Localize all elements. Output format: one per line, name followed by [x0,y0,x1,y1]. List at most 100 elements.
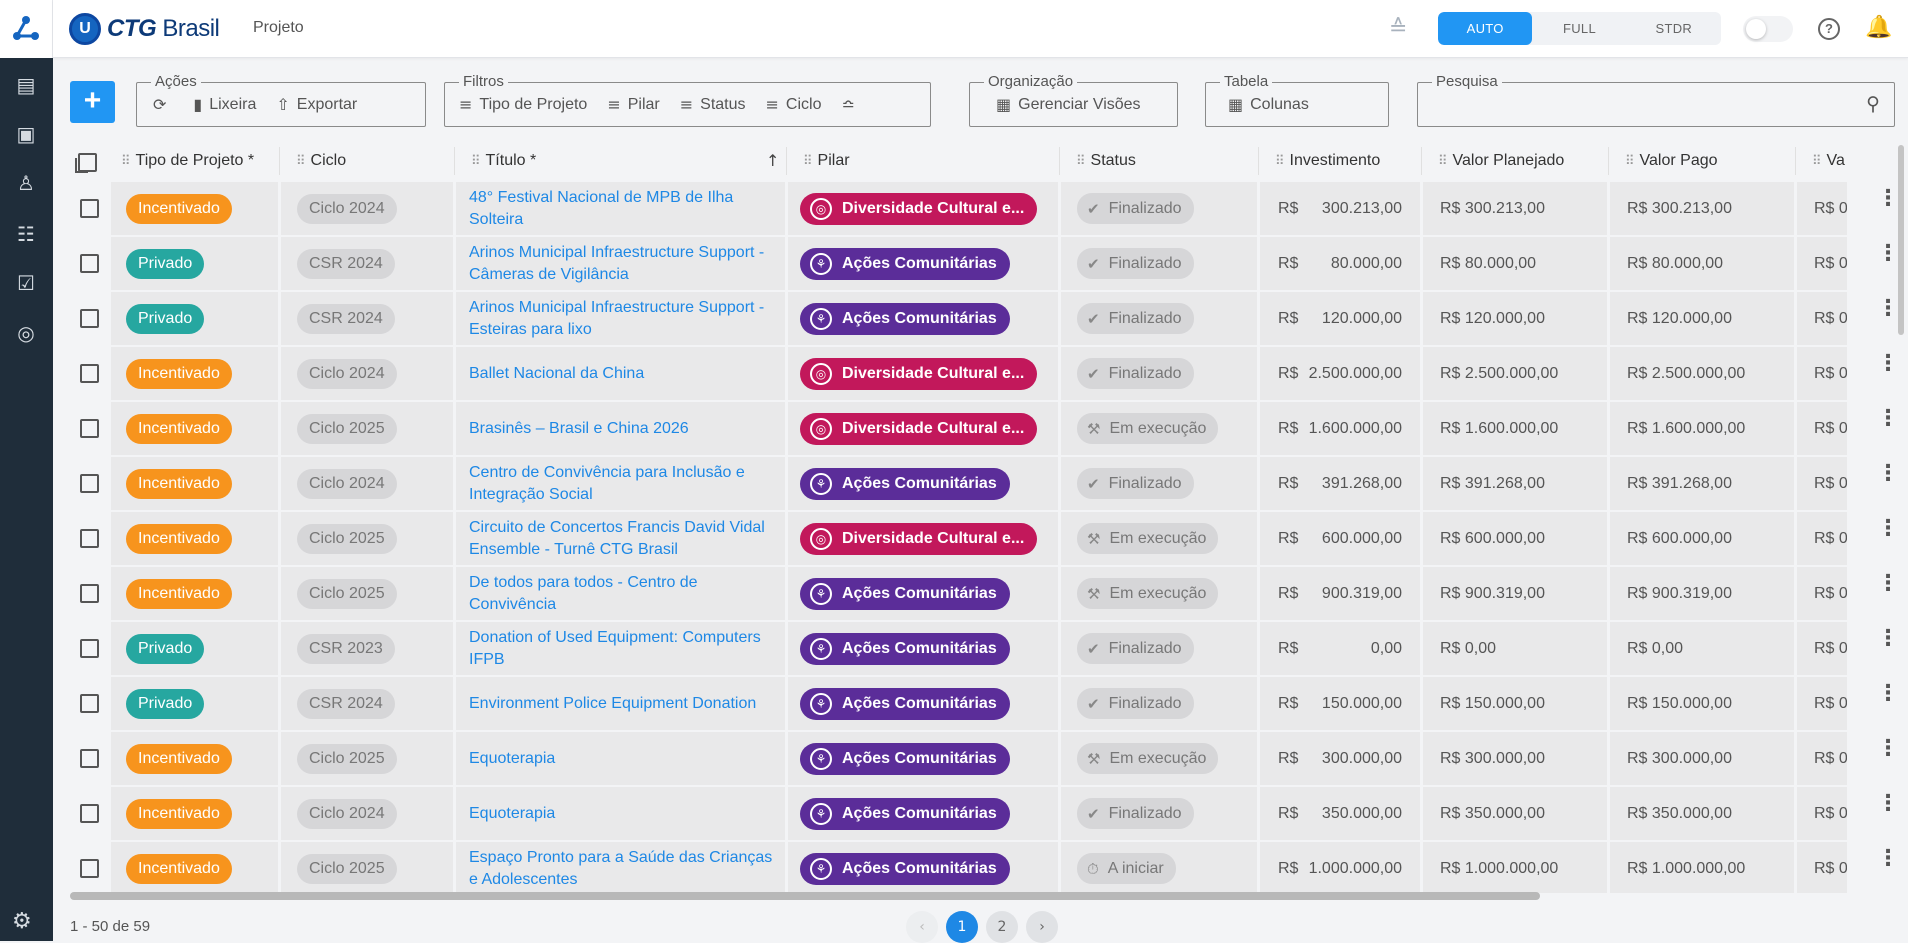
row-checkbox[interactable] [80,309,99,328]
search-icon[interactable]: ⚲ [1866,93,1880,115]
table-row[interactable]: Incentivado Ciclo 2025 Espaço Pronto para … [53,841,1908,893]
column-header-status[interactable]: ⠿ Status [1076,152,1136,170]
pillar-icon[interactable]: ☷ [11,219,41,249]
drag-handle-icon[interactable]: ⠿ [803,154,812,169]
mode-stdr-button[interactable]: STDR [1627,12,1721,45]
column-divider[interactable] [1258,147,1259,175]
column-header-pilar[interactable]: ⠿ Pilar [803,152,850,170]
table-row[interactable]: Incentivado Ciclo 2025 Equoterapia ⚘ Ações C… [53,731,1908,786]
theme-toggle[interactable] [1743,16,1793,42]
horizontal-scrollbar[interactable] [70,892,1540,900]
search-input[interactable] [1428,95,1848,112]
drag-handle-icon[interactable]: ⠿ [1812,154,1821,169]
drag-handle-icon[interactable]: ⠿ [1438,154,1447,169]
row-menu-icon[interactable]: ⋮ [1877,793,1899,815]
project-title-link[interactable]: Equoterapia [456,803,565,825]
trash-button[interactable]: ▮ Lixeira [193,95,256,114]
row-checkbox[interactable] [80,639,99,658]
row-checkbox[interactable] [80,364,99,383]
clear-filters-button[interactable]: ≏ [841,95,861,114]
column-divider[interactable] [1421,147,1422,175]
column-header-valor-planejado[interactable]: ⠿ Valor Planejado [1438,152,1564,170]
row-checkbox[interactable] [80,749,99,768]
row-menu-icon[interactable]: ⋮ [1877,573,1899,595]
table-row[interactable]: Privado CSR 2024 Arinos Municipal Infraest… [53,236,1908,291]
next-page-button[interactable]: › [1026,911,1058,943]
money-icon[interactable]: ▣ [11,119,41,149]
columns-button[interactable]: ▦ Colunas [1228,95,1309,114]
row-menu-icon[interactable]: ⋮ [1877,683,1899,705]
filter-status[interactable]: ≡ Status [680,95,746,114]
column-header-tipo[interactable]: ⠿ Tipo de Projeto * [121,152,254,170]
row-menu-icon[interactable]: ⋮ [1877,518,1899,540]
filter-project-type[interactable]: ≡ Tipo de Projeto [459,95,587,114]
export-button[interactable]: ⇧ Exportar [276,95,357,114]
project-title-link[interactable]: Donation of Used Equipment: Computers IF… [456,627,785,671]
mode-full-button[interactable]: FULL [1532,12,1626,45]
row-menu-icon[interactable]: ⋮ [1877,463,1899,485]
bell-icon[interactable]: 🔔 [1865,15,1892,40]
table-row[interactable]: Incentivado Ciclo 2024 48° Festival Nacion… [53,181,1908,236]
row-checkbox[interactable] [80,694,99,713]
row-menu-icon[interactable]: ⋮ [1877,188,1899,210]
refresh-button[interactable]: ⟳ [153,95,173,114]
column-divider[interactable] [279,147,280,175]
row-menu-icon[interactable]: ⋮ [1877,353,1899,375]
row-checkbox[interactable] [80,804,99,823]
row-menu-icon[interactable]: ⋮ [1877,408,1899,430]
row-menu-icon[interactable]: ⋮ [1877,243,1899,265]
table-row[interactable]: Privado CSR 2024 Environment Police Equipm… [53,676,1908,731]
table-row[interactable]: Privado CSR 2023 Donation of Used Equipmen… [53,621,1908,676]
row-checkbox[interactable] [80,419,99,438]
filter-pillar[interactable]: ≡ Pilar [607,95,659,114]
row-checkbox[interactable] [80,859,99,878]
row-checkbox[interactable] [80,199,99,218]
app-logo[interactable] [0,0,53,58]
person-icon[interactable]: ♙ [11,168,41,198]
filter-cycle[interactable]: ≡ Ciclo [766,95,822,114]
target-icon[interactable]: ◎ [11,318,41,348]
clipboard-icon[interactable]: ▤ [11,70,41,100]
help-icon[interactable]: ? [1818,18,1840,40]
row-menu-icon[interactable]: ⋮ [1877,848,1899,870]
row-checkbox[interactable] [80,584,99,603]
column-header-ciclo[interactable]: ⠿ Ciclo [296,152,346,170]
column-divider[interactable] [454,147,455,175]
project-title-link[interactable]: Ballet Nacional da China [456,363,654,385]
table-row[interactable]: Incentivado Ciclo 2025 De todos para todos… [53,566,1908,621]
row-checkbox[interactable] [80,474,99,493]
prev-page-button[interactable]: ‹ [906,911,938,943]
project-title-link[interactable]: De todos para todos - Centro de Convivên… [456,572,785,616]
column-divider[interactable] [1059,147,1060,175]
page-1-button[interactable]: 1 [946,911,978,943]
drag-handle-icon[interactable]: ⠿ [296,154,305,169]
report-search-icon[interactable]: ☑ [11,268,41,298]
column-header-investimento[interactable]: ⠿ Investimento [1275,152,1380,170]
drag-handle-icon[interactable]: ⠿ [471,154,480,169]
row-checkbox[interactable] [80,529,99,548]
project-title-link[interactable]: Arinos Municipal Infraestructure Support… [456,242,785,286]
column-divider[interactable] [1608,147,1609,175]
divider-icon[interactable]: ≙ [1389,16,1407,41]
table-row[interactable]: Incentivado Ciclo 2024 Equoterapia ⚘ Ações C… [53,786,1908,841]
sort-asc-icon[interactable]: ↑ [766,151,779,170]
project-title-link[interactable]: Circuito de Concertos Francis David Vida… [456,517,785,561]
select-all-checkbox[interactable] [75,153,97,173]
row-menu-icon[interactable]: ⋮ [1877,628,1899,650]
manage-views-button[interactable]: ▦ Gerenciar Visões [996,95,1141,114]
project-title-link[interactable]: Environment Police Equipment Donation [456,693,766,715]
row-checkbox[interactable] [80,254,99,273]
brand-logo[interactable]: U CTG Brasil [69,12,220,46]
column-header-va[interactable]: ⠿ Va [1812,152,1845,170]
table-row[interactable]: Incentivado Ciclo 2024 Ballet Nacional da … [53,346,1908,401]
drag-handle-icon[interactable]: ⠿ [1625,154,1634,169]
project-title-link[interactable]: 48° Festival Nacional de MPB de Ilha Sol… [456,187,785,231]
table-row[interactable]: Privado CSR 2024 Arinos Municipal Infraest… [53,291,1908,346]
row-menu-icon[interactable]: ⋮ [1877,738,1899,760]
vertical-scrollbar[interactable] [1898,145,1904,335]
add-button[interactable]: + [70,81,115,123]
drag-handle-icon[interactable]: ⠿ [121,154,130,169]
column-header-valor-pago[interactable]: ⠿ Valor Pago [1625,152,1718,170]
mode-auto-button[interactable]: AUTO [1438,12,1533,45]
row-menu-icon[interactable]: ⋮ [1877,298,1899,320]
